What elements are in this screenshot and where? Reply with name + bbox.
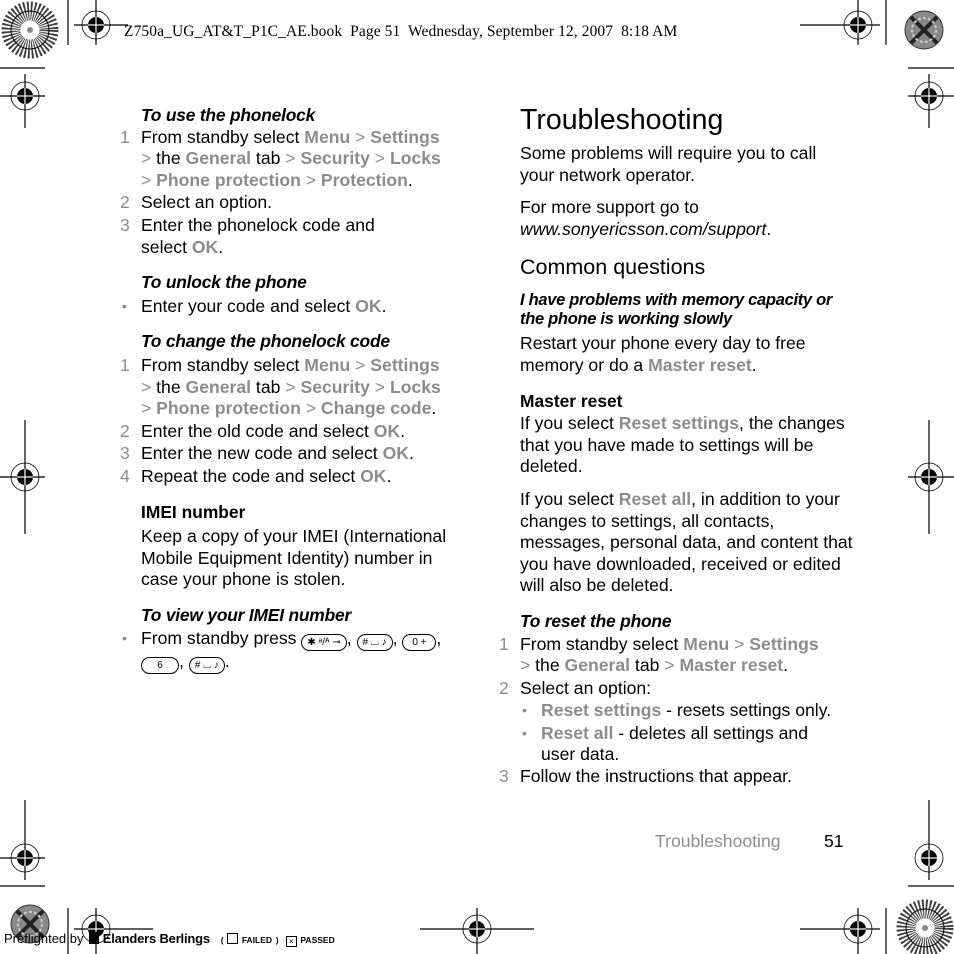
step-number: 1	[120, 126, 130, 147]
step-item: 3 Enter the new code and select OK.	[120, 443, 470, 465]
elanders-logo-icon	[89, 932, 100, 944]
passed-label: PASSED	[300, 935, 335, 945]
failed-label: FAILED	[241, 935, 273, 945]
step-number: 1	[499, 633, 509, 654]
bullet-item: • From standby press ✱ ᵃ/ᴬ ⊸, # ⌴ ♪, 0 +…	[120, 628, 470, 675]
preflight-brand: Elanders Berlings	[102, 931, 210, 946]
bullet-text: Enter your code and select OK.	[141, 295, 387, 316]
menu-path-item: Phone protection	[156, 169, 301, 190]
step-item: 1 From standby select Menu > Settings > …	[120, 127, 470, 192]
step-number: 3	[120, 214, 130, 235]
paragraph: Some problems will require you to call y…	[520, 143, 817, 185]
section-heading: To use the phonelock	[141, 105, 316, 125]
menu-path-item: Menu	[304, 126, 351, 147]
step-item: 3 Enter the phonelock code and select OK.	[120, 215, 470, 258]
step-number: 2	[120, 420, 130, 441]
section-heading: To view your IMEI number	[141, 604, 352, 625]
passed-checkbox: ×	[285, 936, 297, 947]
bullet-text: From standby press ✱ ᵃ/ᴬ ⊸, # ⌴ ♪, 0 +, …	[141, 628, 441, 675]
paragraph: Keep a copy of your IMEI (International …	[141, 526, 447, 590]
hash-key-icon: # ⌴ ♪	[356, 634, 393, 652]
step-item: 2 Enter the old code and select OK.	[120, 421, 470, 443]
step-number: 1	[120, 354, 130, 375]
menu-path-item: Protection	[320, 169, 408, 190]
step-text: Enter the phonelock code and select OK.	[141, 214, 375, 257]
menu-path-item: Locks	[389, 148, 441, 169]
step-text: Enter the old code and select OK.	[141, 420, 406, 441]
step-number: 2	[499, 677, 509, 698]
bullet-text: Reset settings - resets settings only.	[541, 700, 832, 721]
step-text: Follow the instructions that appear.	[520, 766, 792, 787]
support-link[interactable]: www.sonyericsson.com/support	[520, 219, 766, 239]
section-heading: To reset the phone	[520, 610, 672, 631]
question-heading: I have problems with memory capacity or …	[520, 291, 832, 329]
sub-bullet-item: • Reset all - deletes all settings and u…	[499, 723, 854, 766]
preflight-stamp: Preflighted by Elanders Berlings ( FAILE…	[4, 931, 335, 947]
step-item: 2 Select an option.	[120, 192, 470, 214]
section-heading: To unlock the phone	[141, 272, 307, 293]
page-number: 51	[824, 831, 844, 851]
step-text: From standby select Menu > Settings > th…	[141, 126, 441, 190]
hash-key-icon: # ⌴ ♪	[188, 657, 225, 675]
step-number: 3	[120, 443, 130, 464]
bullet-icon: •	[522, 724, 527, 741]
step-text: Select an option:	[520, 677, 652, 698]
step-item: 4 Repeat the code and select OK.	[120, 466, 470, 488]
paragraph: For more support go to www.sonyericsson.c…	[520, 197, 772, 239]
menu-path-item: OK	[191, 236, 219, 257]
page-title: Troubleshooting	[520, 104, 724, 136]
right-column: Troubleshooting Some problems will requi…	[499, 103, 854, 788]
paragraph: Restart your phone every day to free mem…	[520, 333, 806, 375]
step-number: 4	[120, 465, 130, 486]
step-item: 1 From standby select Menu > Settings > …	[120, 355, 470, 420]
bullet-icon: •	[122, 630, 127, 647]
section-heading: IMEI number	[141, 501, 246, 522]
six-key-icon: 6	[141, 657, 179, 675]
star-key-icon: ✱ ᵃ/ᴬ ⊸	[301, 634, 347, 652]
step-text: Select an option.	[141, 192, 273, 213]
step-item: 1 From standby select Menu > Settings > …	[499, 634, 854, 677]
left-column: To use the phonelock 1 From standby sele…	[120, 105, 470, 675]
zero-key-icon: 0 +	[402, 634, 437, 652]
bullet-text: Reset all - deletes all settings and use…	[541, 722, 808, 765]
bullet-icon: •	[522, 702, 527, 719]
sub-bullet-item: • Reset settings - resets settings only.	[499, 700, 854, 722]
section-heading: To change the phonelock code	[141, 331, 390, 352]
footer-section-name: Troubleshooting	[655, 831, 781, 851]
failed-checkbox	[227, 933, 239, 944]
section-title: Common questions	[520, 255, 706, 280]
step-item: 3 Follow the instructions that appear.	[499, 766, 854, 788]
paragraph: If you select Reset settings, the change…	[520, 413, 845, 477]
section-heading: Master reset	[520, 390, 623, 411]
step-text: Enter the new code and select OK.	[141, 443, 414, 464]
step-text: From standby select Menu > Settings > th…	[520, 633, 819, 676]
step-text: Repeat the code and select OK.	[141, 465, 392, 486]
bullet-item: • Enter your code and select OK.	[120, 296, 470, 318]
paragraph: If you select Reset all, in addition to …	[520, 488, 853, 596]
step-number: 2	[120, 192, 130, 213]
step-text: From standby select Menu > Settings > th…	[141, 354, 441, 419]
bullet-icon: •	[122, 297, 127, 314]
preflight-label: Preflighted by	[4, 931, 84, 946]
menu-path-item: Settings	[370, 126, 440, 147]
step-item: 2 Select an option:	[499, 678, 854, 700]
menu-path-item: General	[185, 148, 252, 169]
menu-path-item: Security	[300, 148, 370, 169]
step-number: 3	[499, 766, 509, 787]
